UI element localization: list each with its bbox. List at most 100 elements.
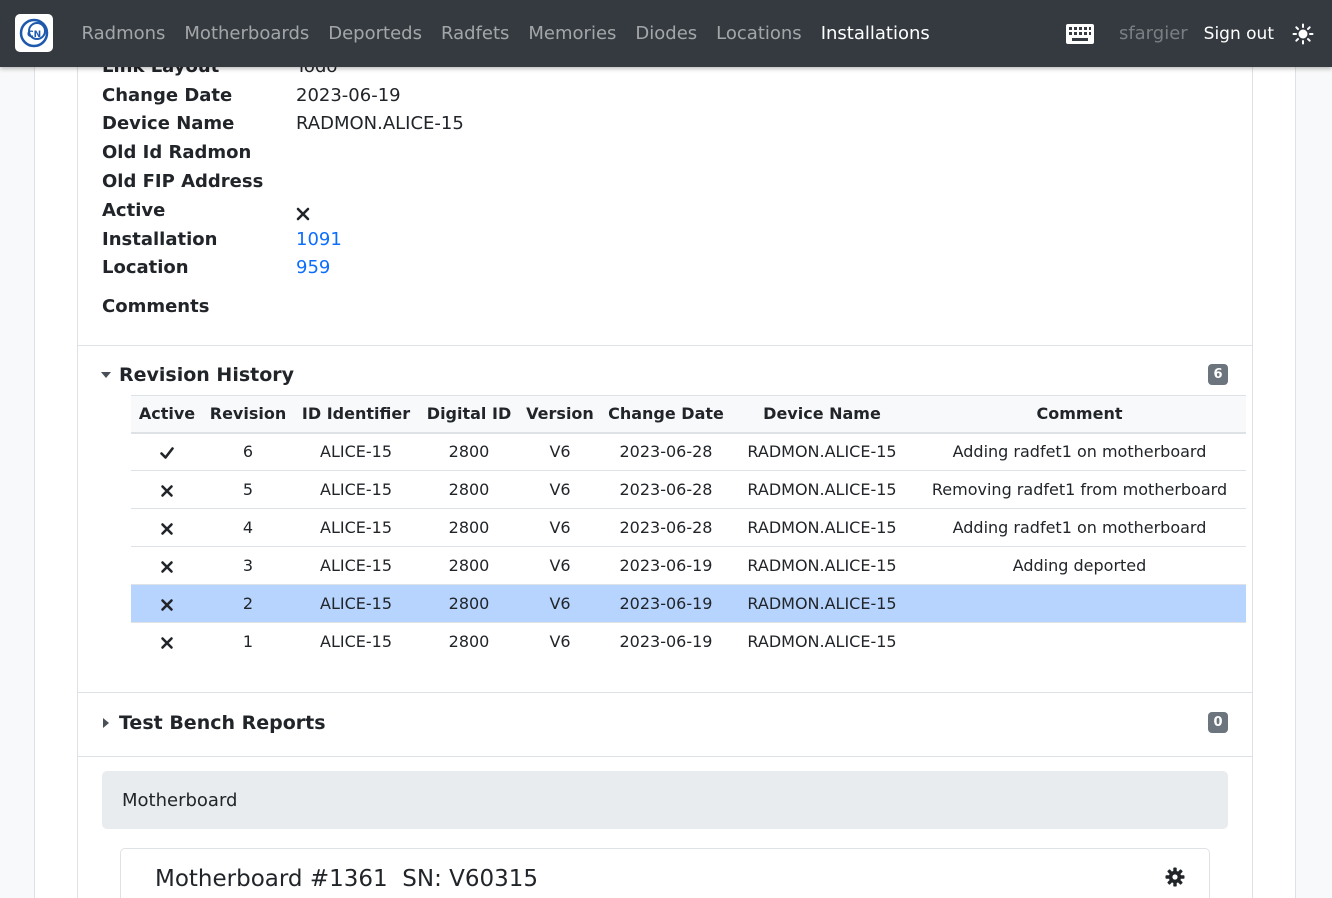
detail-label: Device Name [102,113,235,134]
keyboard-icon[interactable] [1065,23,1095,45]
detail-label: Old Id Radmon [102,142,252,163]
caret-right-icon [103,718,109,728]
cern-logo[interactable]: CN [15,14,53,52]
detail-row-device-name: Device Name RADMON.ALICE-15 [102,113,702,141]
cross-icon [161,484,173,497]
table-header-row: Active Revision ID Identifier Digital ID Ver… [131,395,1246,434]
divider [78,345,1252,346]
cell-revision: 6 [203,432,293,471]
cell-comment: Removing radfet1 from motherboard [913,470,1246,509]
cell-digital-id: 2800 [419,470,519,509]
cern-logo-icon: CN [19,18,49,48]
main-nav: Radmons Motherboards Deporteds Radfets Memor… [72,0,939,67]
cell-device: RADMON.ALICE-15 [731,508,913,547]
top-navbar: CN Radmons Motherboards Deporteds Radfets Me… [0,0,1332,67]
cell-date: 2023-06-19 [601,546,731,585]
nav-link-memories[interactable]: Memories [519,23,626,44]
theme-toggle-sun-icon[interactable] [1292,23,1314,45]
column-header-version[interactable]: Version [519,395,601,434]
cross-icon [296,207,310,221]
nav-link-installations[interactable]: Installations [811,23,939,44]
check-icon [160,446,174,459]
cell-id: ALICE-15 [293,546,419,585]
cell-id: ALICE-15 [293,432,419,471]
detail-row-active: Active [102,200,702,228]
cell-device: RADMON.ALICE-15 [747,632,897,652]
test-bench-reports-toggle[interactable]: Test Bench Reports [100,709,326,737]
table-row[interactable]: 5 ALICE-15 2800 V6 2023-06-28 RADMON.ALICE-15… [131,470,1246,509]
table-row[interactable]: 1 ALICE-15 2800 V6 2023-06-19 RADMON.ALICE-15 [131,623,1246,661]
cell-version: V6 [519,584,601,623]
cell-active [131,623,203,661]
column-header-comment[interactable]: Comment [913,395,1246,434]
test-bench-reports-title: Test Bench Reports [119,712,326,734]
cell-id: ALICE-15 [293,470,419,509]
cell-revision: 2 [203,584,293,623]
cross-icon [161,598,173,611]
cell-revision: 5 [203,470,293,509]
caret-down-icon [101,372,111,378]
detail-label: Change Date [102,85,233,106]
svg-text:CN: CN [27,30,41,40]
detail-label: Installation [102,229,218,250]
column-header-digital-id[interactable]: Digital ID [419,395,519,434]
table-row[interactable]: 4 ALICE-15 2800 V6 2023-06-28 RADMON.ALICE-15… [131,508,1246,547]
detail-row-old-id-radmon: Old Id Radmon [102,142,702,170]
column-header-revision[interactable]: Revision [203,395,293,434]
nav-link-radfets[interactable]: Radfets [431,23,518,44]
nav-link-diodes[interactable]: Diodes [626,23,707,44]
cell-device: RADMON.ALICE-15 [731,432,913,471]
motherboard-section-label: Motherboard [122,789,238,811]
column-header-device-name[interactable]: Device Name [731,395,913,434]
cross-icon [161,560,173,573]
cell-date: 2023-06-28 [601,470,731,509]
divider [78,692,1252,693]
cell-device: RADMON.ALICE-15 [731,584,913,623]
cell-active [131,508,203,547]
detail-label: Old FIP Address [102,171,264,192]
table-row[interactable]: 6 ALICE-15 2800 V6 2023-06-28 RADMON.ALICE-15… [131,432,1246,471]
nav-link-deporteds[interactable]: Deporteds [319,23,432,44]
cell-id: ALICE-15 [293,584,419,623]
cell-comment: Adding deported [913,546,1246,585]
cell-version: V6 [519,470,601,509]
detail-value [296,203,310,224]
cell-digital-id: 2800 [419,432,519,471]
column-header-id-identifier[interactable]: ID Identifier [293,395,419,434]
cell-device: RADMON.ALICE-15 [731,546,913,585]
gear-icon[interactable] [1165,867,1185,887]
installation-link[interactable]: 1091 [296,229,342,250]
revision-history-title: Revision History [119,364,295,386]
table-row[interactable]: 2 ALICE-15 2800 V6 2023-06-19 RADMON.ALICE-15 [131,584,1246,623]
motherboard-card: Motherboard #1361 SN: V60315 [120,848,1210,898]
cell-digital-id: 2800 [419,508,519,547]
cell-digital-id: 2800 [448,632,490,652]
cell-active [131,584,203,623]
nav-link-radmons[interactable]: Radmons [72,23,175,44]
detail-value: 2023-06-19 [296,85,401,106]
table-row[interactable]: 3 ALICE-15 2800 V6 2023-06-19 RADMON.ALICE-15… [131,546,1246,585]
cell-version: V6 [519,546,601,585]
divider [78,756,1252,757]
motherboard-section-header: Motherboard [102,771,1228,829]
nav-link-motherboards[interactable]: Motherboards [175,23,319,44]
cell-active [131,470,203,509]
cell-date: 2023-06-28 [601,508,731,547]
sign-out-link[interactable]: Sign out [1204,24,1274,44]
cell-id: ALICE-15 [293,508,419,547]
column-header-active[interactable]: Active [131,395,203,434]
test-bench-count-badge: 0 [1208,712,1228,733]
revision-history-toggle[interactable]: Revision History [100,361,294,389]
cell-digital-id: 2800 [419,584,519,623]
nav-link-locations[interactable]: Locations [707,23,812,44]
cell-comment: Adding radfet1 on motherboard [913,508,1246,547]
cell-revision: 3 [203,546,293,585]
revision-count-badge: 6 [1208,364,1228,385]
column-header-change-date[interactable]: Change Date [601,395,731,434]
cell-comment [913,623,1246,661]
cell-revision: 4 [203,508,293,547]
detail-row-comments: Comments [102,296,702,324]
detail-label: Active [102,200,166,221]
cell-id: ALICE-15 [320,632,392,652]
location-link[interactable]: 959 [296,257,330,278]
